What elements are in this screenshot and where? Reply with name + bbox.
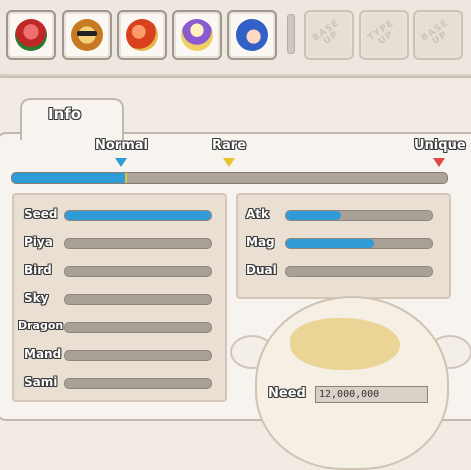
pet-slot-1[interactable] [6, 10, 56, 60]
egg-yolk-decoration [290, 318, 400, 370]
stat-bar-dragon [64, 322, 212, 333]
stat-bar-piya [64, 238, 212, 249]
need-value: 12,000,000 [315, 386, 428, 403]
pet-slot-5[interactable] [227, 10, 277, 60]
pet-slot-2[interactable] [62, 10, 112, 60]
stat-label-seed: Seed [24, 207, 58, 221]
stat-label-atk: Atk [246, 207, 270, 221]
stat-label-sky: Sky [24, 291, 49, 305]
sunglasses-lion-pet-icon [71, 19, 103, 51]
blue-hair-character-icon [236, 19, 268, 51]
bunny-mage-pet-icon [181, 19, 213, 51]
unique-marker-icon [433, 158, 445, 167]
locked-slot-3: BASE UP [413, 10, 463, 60]
stat-bar-atk [285, 210, 433, 221]
stat-bar-bird [64, 266, 212, 277]
stat-label-mand: Mand [24, 347, 62, 361]
stat-bar-fill-mag [286, 239, 374, 248]
locked-slot-2: TYPE UP [359, 10, 409, 60]
stat-label-sami: Sami [24, 375, 58, 389]
stat-bar-mand [64, 350, 212, 361]
stat-bar-dual [285, 266, 433, 277]
stat-label-mag: Mag [246, 235, 275, 249]
rarity-label-unique: Unique [414, 138, 466, 153]
rarity-label-rare: Rare [212, 138, 247, 153]
red-bird-pet-icon [15, 19, 47, 51]
stat-bar-sami [64, 378, 212, 389]
pet-slot-3[interactable] [117, 10, 167, 60]
normal-marker-icon [115, 158, 127, 167]
stat-bar-fill-atk [286, 211, 342, 220]
tab-info-label: Info [48, 105, 82, 123]
pet-slot-4[interactable] [172, 10, 222, 60]
stat-bar-seed [64, 210, 212, 221]
rare-marker-icon [223, 158, 235, 167]
locked-slot-1: BASE UP [304, 10, 354, 60]
stat-label-piya: Piya [24, 235, 53, 249]
stat-bar-sky [64, 294, 212, 305]
stat-label-dual: Dual [246, 263, 277, 277]
stat-label-dragon: Dragon [18, 319, 64, 332]
stat-label-bird: Bird [24, 263, 52, 277]
rarity-progress-bar [11, 172, 448, 184]
red-fruit-pet-icon [126, 19, 158, 51]
toolbar-divider [287, 14, 295, 54]
rarity-label-normal: Normal [95, 138, 148, 153]
need-label: Need [268, 386, 306, 401]
stat-bar-mag [285, 238, 433, 249]
rarity-progress-fill [12, 173, 128, 183]
stat-bar-fill-seed [65, 211, 211, 220]
